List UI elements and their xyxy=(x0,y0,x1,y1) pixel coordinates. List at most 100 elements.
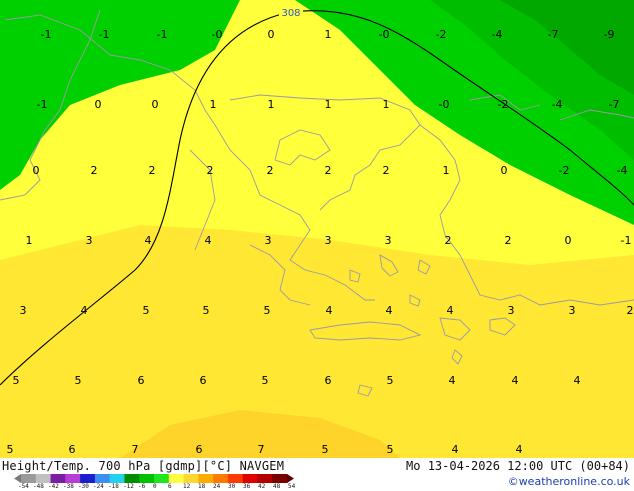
temperature-value: 4 xyxy=(386,304,393,317)
colorbar-tick-label: 18 xyxy=(198,483,206,490)
temperature-value: -7 xyxy=(548,28,559,41)
temperature-value: -4 xyxy=(492,28,503,41)
colorbar xyxy=(14,474,294,483)
temperature-value: 1 xyxy=(26,234,33,247)
temperature-value: 5 xyxy=(322,443,329,456)
weather-map: 308 -1 -1 -1 -0 0 1 -0 -2 -4 -7 -9 -1 0 0 1 1 1 1 -0 -2 -4 -7… xyxy=(0,0,634,458)
temperature-value: 4 xyxy=(449,374,456,387)
temperature-value: 2 xyxy=(505,234,512,247)
temperature-value: 4 xyxy=(326,304,333,317)
colorbar-segment xyxy=(35,474,51,483)
temperature-value: 5 xyxy=(203,304,210,317)
temperature-value: 5 xyxy=(264,304,271,317)
colorbar-right-arrow xyxy=(287,474,294,483)
temperature-value: 1 xyxy=(210,98,217,111)
colorbar-tick-label: -12 xyxy=(123,483,134,490)
temperature-value: 3 xyxy=(385,234,392,247)
temperature-value: -2 xyxy=(436,28,447,41)
temperature-value: 7 xyxy=(132,443,139,456)
colorbar-tick-label: -18 xyxy=(108,483,119,490)
temperature-value: 4 xyxy=(452,443,459,456)
colorbar-segment xyxy=(94,474,110,483)
temperature-value: 0 xyxy=(33,164,40,177)
temperature-value: 2 xyxy=(207,164,214,177)
temperature-value: 4 xyxy=(516,443,523,456)
colorbar-segment xyxy=(109,474,125,483)
colorbar-segment xyxy=(183,474,199,483)
temperature-value: 4 xyxy=(574,374,581,387)
temperature-value: 5 xyxy=(13,374,20,387)
temperature-value: 4 xyxy=(512,374,519,387)
temperature-value: -2 xyxy=(559,164,570,177)
colorbar-segment xyxy=(272,474,288,483)
temperature-value: -1 xyxy=(99,28,110,41)
colorbar-segment xyxy=(21,474,37,483)
temperature-value: 6 xyxy=(138,374,145,387)
temperature-value: -1 xyxy=(37,98,48,111)
colorbar-segment xyxy=(65,474,81,483)
temperature-value: 3 xyxy=(86,234,93,247)
colorbar-segment xyxy=(242,474,258,483)
temperature-value: 4 xyxy=(205,234,212,247)
temperature-value: 5 xyxy=(75,374,82,387)
temperature-value: 2 xyxy=(627,304,634,317)
temperature-value: 1 xyxy=(383,98,390,111)
colorbar-segment xyxy=(227,474,243,483)
colorbar-tick-label: 36 xyxy=(243,483,251,490)
temperature-value: 2 xyxy=(325,164,332,177)
temperature-value: 0 xyxy=(501,164,508,177)
colorbar-tick-label: -38 xyxy=(63,483,74,490)
temperature-value: 3 xyxy=(20,304,27,317)
temperature-value: 6 xyxy=(69,443,76,456)
contour-label: 308 xyxy=(281,8,300,19)
temperature-value: 2 xyxy=(267,164,274,177)
chart-title: Height/Temp. 700 hPa [gdmp][°C] NAVGEM xyxy=(2,459,285,473)
colorbar-tick-label: -48 xyxy=(33,483,44,490)
colorbar-tick-label: 48 xyxy=(273,483,281,490)
temperature-value: 5 xyxy=(143,304,150,317)
temperature-value: -1 xyxy=(621,234,632,247)
temperature-value: 4 xyxy=(447,304,454,317)
temperature-value: 5 xyxy=(7,443,14,456)
colorbar-segment xyxy=(168,474,184,483)
colorbar-tick-label: 30 xyxy=(228,483,236,490)
valid-datetime: Mo 13-04-2026 12:00 UTC (00+84) xyxy=(406,459,630,473)
temperature-value: 3 xyxy=(508,304,515,317)
temperature-value: 5 xyxy=(387,374,394,387)
temperature-value: 2 xyxy=(149,164,156,177)
temperature-value: -0 xyxy=(379,28,390,41)
temperature-value: 4 xyxy=(145,234,152,247)
colorbar-tick-label: 6 xyxy=(168,483,172,490)
colorbar-tick-label: -42 xyxy=(48,483,59,490)
temperature-value: 0 xyxy=(268,28,275,41)
temperature-value: 2 xyxy=(383,164,390,177)
temperature-value: 2 xyxy=(91,164,98,177)
temperature-value: 2 xyxy=(445,234,452,247)
temperature-value: -0 xyxy=(439,98,450,111)
temperature-value: -4 xyxy=(617,164,628,177)
colorbar-segment xyxy=(139,474,155,483)
colorbar-tick-label: 24 xyxy=(213,483,221,490)
temperature-value: 1 xyxy=(325,28,332,41)
footer: Height/Temp. 700 hPa [gdmp][°C] NAVGEM M… xyxy=(0,458,634,490)
temperature-value: 1 xyxy=(325,98,332,111)
colorbar-tick-label: 42 xyxy=(258,483,266,490)
colorbar-tick-label: -24 xyxy=(93,483,104,490)
temperature-value: 1 xyxy=(268,98,275,111)
temperature-value: 0 xyxy=(95,98,102,111)
colorbar-tick-label: 12 xyxy=(183,483,191,490)
colorbar-tick-label: -30 xyxy=(78,483,89,490)
temperature-value: -1 xyxy=(41,28,52,41)
temperature-value: 6 xyxy=(196,443,203,456)
temperature-value: -2 xyxy=(498,98,509,111)
temperature-value: 1 xyxy=(443,164,450,177)
credit-link[interactable]: ©weatheronline.co.uk xyxy=(508,475,630,488)
temperature-value: 3 xyxy=(569,304,576,317)
colorbar-segment xyxy=(50,474,66,483)
colorbar-segment xyxy=(80,474,96,483)
colorbar-tick-label: 0 xyxy=(153,483,157,490)
temperature-value: -9 xyxy=(604,28,615,41)
temperature-value: 3 xyxy=(265,234,272,247)
temperature-value: 6 xyxy=(200,374,207,387)
colorbar-segment xyxy=(154,474,170,483)
